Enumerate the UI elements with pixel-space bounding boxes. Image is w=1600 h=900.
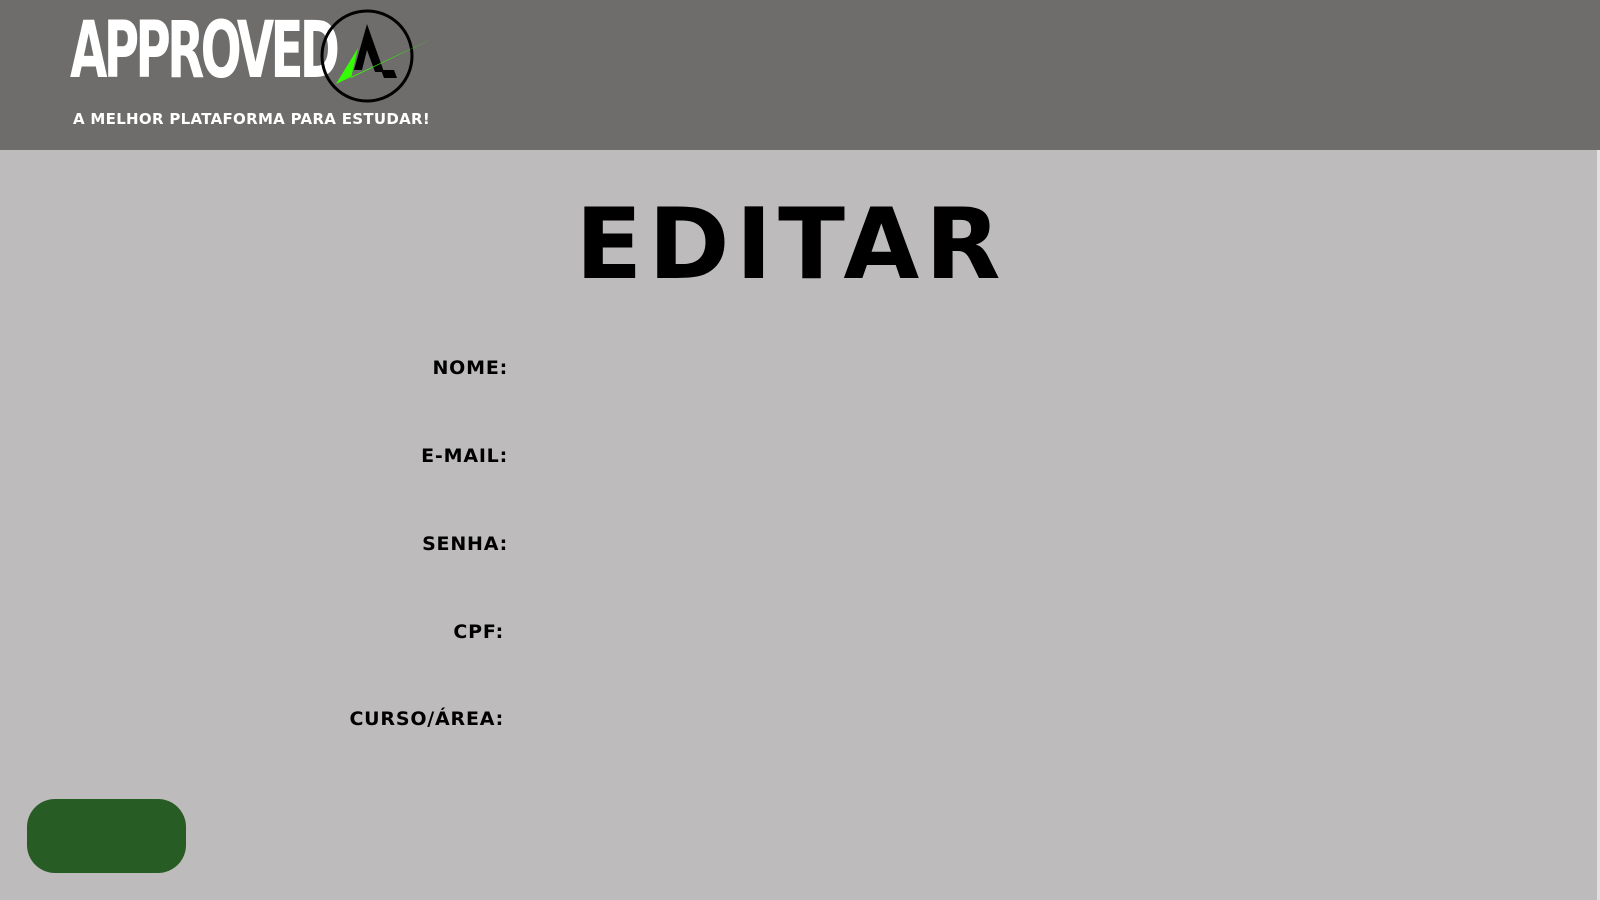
tagline: A MELHOR PLATAFORMA PARA ESTUDAR! <box>73 110 431 128</box>
course-area-label: CURSO/ÁREA: <box>349 708 504 730</box>
password-label: SENHA: <box>422 533 508 555</box>
course-area-field[interactable] <box>522 703 1234 735</box>
page-title: EDITAR <box>575 188 1007 302</box>
cpf-field[interactable] <box>522 616 1234 648</box>
header-bar: APPROVED A A MELHOR PLATAFORMA PARA ESTU… <box>0 0 1600 150</box>
approved-logo-icon: A <box>320 9 438 103</box>
name-label: NOME: <box>432 357 508 379</box>
submit-button[interactable] <box>27 799 186 873</box>
email-field[interactable] <box>522 440 1234 472</box>
email-label: E-MAIL: <box>421 445 508 467</box>
name-field[interactable] <box>522 352 1234 384</box>
logo-letter: A <box>396 30 397 33</box>
brand-name: APPROVED <box>70 6 340 96</box>
cpf-label: CPF: <box>453 621 504 643</box>
password-field[interactable] <box>522 528 1234 560</box>
